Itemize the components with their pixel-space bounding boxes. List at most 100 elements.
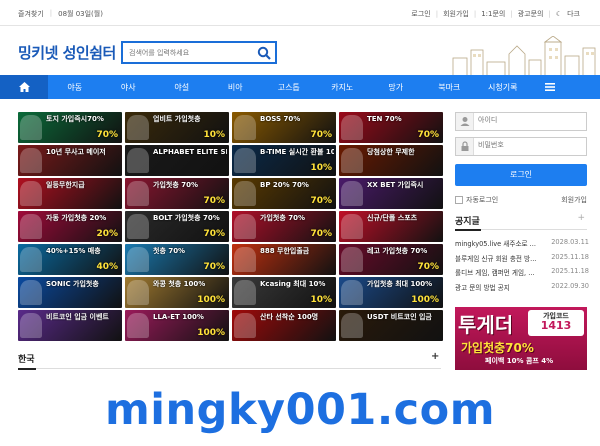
- top-bar: 즐겨찾기 | 08월 03일(월) 로그인 | 회원가입 | 1:1문의 | 광…: [0, 0, 600, 26]
- banner-badge: 10%: [203, 130, 225, 140]
- banner-text: 가입첫충 70%: [260, 214, 305, 222]
- banner-text: 가입첫충 최대 100%: [367, 280, 433, 288]
- notice-more-button[interactable]: +: [577, 213, 585, 223]
- ad-banner[interactable]: 첫충 70% 70%: [125, 244, 229, 275]
- search-icon[interactable]: [257, 46, 271, 60]
- banner-figure: [20, 115, 42, 140]
- list-item[interactable]: mingky05.live 새주소로 ... 2028.03.11: [455, 238, 589, 253]
- ad-code-box: 가입코드 1413: [528, 310, 584, 336]
- ad-inquiry-link[interactable]: 광고문의: [518, 9, 544, 19]
- nav-item-yaseol[interactable]: 야설: [155, 82, 209, 93]
- banner-figure: [234, 247, 256, 272]
- login-button[interactable]: 로그인: [455, 163, 587, 186]
- list-item[interactable]: 블루게임 신규 회원 충전 방... 2025.11.18: [455, 253, 589, 268]
- banner-badge: 70%: [310, 196, 332, 206]
- user-icon: [456, 113, 474, 130]
- banner-text: 첫충 70%: [153, 247, 186, 255]
- ad-banner[interactable]: 업비트 가입첫충 10%: [125, 112, 229, 143]
- nav-menu-button[interactable]: [530, 83, 570, 91]
- ad-banner[interactable]: 10년 무사고 메이저: [18, 145, 122, 176]
- nav-item-history[interactable]: 시청기록: [476, 82, 530, 93]
- ad-banner[interactable]: 산타 선착순 100명: [232, 310, 336, 341]
- banner-badge: 10%: [310, 295, 332, 305]
- side-ad-banner[interactable]: 투게더 가입코드 1413 가입첫충70% 페이백 10% 콤프 4%: [455, 307, 587, 370]
- ad-banner[interactable]: SONIC 가입첫충: [18, 277, 122, 308]
- ad-banner[interactable]: 888 무한입출금: [232, 244, 336, 275]
- banner-text: BP 20% 70%: [260, 181, 309, 189]
- ad-banner[interactable]: 가입첫충 최대 100% 100%: [339, 277, 443, 308]
- signup-link[interactable]: 회원가입: [443, 9, 469, 19]
- inquiry-link[interactable]: 1:1문의: [481, 9, 505, 19]
- nav-item-yadong[interactable]: 야동: [48, 82, 102, 93]
- nav-item-casino[interactable]: 카지노: [316, 82, 370, 93]
- password-input[interactable]: [478, 141, 578, 149]
- nav-item-gostop[interactable]: 고스톱: [262, 82, 316, 93]
- ad-banner[interactable]: 자동 가입첫충 20% 20%: [18, 211, 122, 242]
- ad-banner[interactable]: BP 20% 70% 70%: [232, 178, 336, 209]
- ad-banner[interactable]: 40%+15% 매충 40%: [18, 244, 122, 275]
- notice-list: mingky05.live 새주소로 ... 2028.03.11 블루게임 신규…: [455, 238, 589, 296]
- nav-item-bia[interactable]: 비아: [209, 82, 263, 93]
- banner-text: 일등무한지급: [46, 181, 85, 189]
- search-input[interactable]: [129, 46, 249, 60]
- search-box: [121, 41, 277, 64]
- nav-home[interactable]: [0, 75, 48, 99]
- banner-text: 가입첫충 70%: [153, 181, 198, 189]
- ad-banner[interactable]: BOLT 가입첫충 70% 70%: [125, 211, 229, 242]
- section-more-button[interactable]: +: [431, 351, 439, 362]
- moon-icon[interactable]: ☾: [556, 10, 562, 18]
- notice-item-date: 2028.03.11: [551, 238, 589, 246]
- signup-link[interactable]: 회원가입: [561, 195, 587, 205]
- login-link[interactable]: 로그인: [411, 9, 430, 19]
- banner-badge: 70%: [310, 130, 332, 140]
- bookmark-link[interactable]: 즐겨찾기: [18, 9, 44, 19]
- nav-item-manga[interactable]: 망가: [369, 82, 423, 93]
- banner-text: B-TIME 실시간 환불 10%: [260, 148, 334, 156]
- divider: |: [49, 9, 53, 17]
- auto-login[interactable]: 자동로그인: [455, 195, 498, 205]
- ad-banner[interactable]: B-TIME 실시간 환불 10% 10%: [232, 145, 336, 176]
- banner-text: 신규/단폴 스포츠: [367, 214, 418, 222]
- banner-text: 888 무한입출금: [260, 247, 310, 255]
- banner-figure: [341, 313, 363, 338]
- ad-banner[interactable]: Kcasing 최대 10% 10%: [232, 277, 336, 308]
- ad-banner[interactable]: 레고 가입첫충 70% 70%: [339, 244, 443, 275]
- ad-banner[interactable]: 당첨상한 무제한: [339, 145, 443, 176]
- banner-badge: 100%: [411, 295, 439, 305]
- list-item[interactable]: 광고 문의 방법 공지 2022.09.30: [455, 282, 589, 297]
- ad-banner[interactable]: ALPHABET ELITE SPORTS: [125, 145, 229, 176]
- ad-banner[interactable]: LLA-ET 100% 100%: [125, 310, 229, 341]
- ad-banner[interactable]: 가입첫충 70% 70%: [232, 211, 336, 242]
- ad-banner[interactable]: 가입첫충 70% 70%: [125, 178, 229, 209]
- id-field: [455, 112, 587, 131]
- list-item[interactable]: 롤디브 게임, 캠퍼먼 게임, ... 2025.11.18: [455, 267, 589, 282]
- site-logo[interactable]: 밍키넷 성인쉼터: [18, 42, 116, 63]
- nav-item-yasa[interactable]: 야사: [102, 82, 156, 93]
- banner-text: BOSS 70%: [260, 115, 301, 123]
- notice-item-date: 2025.11.18: [551, 267, 589, 275]
- divider: [18, 368, 441, 369]
- banner-badge: 70%: [203, 196, 225, 206]
- ad-banner[interactable]: XX BET 가입즉시: [339, 178, 443, 209]
- ad-banner[interactable]: 일등무한지급: [18, 178, 122, 209]
- auto-login-checkbox[interactable]: [455, 196, 463, 204]
- banner-figure: [341, 181, 363, 206]
- dark-mode-toggle[interactable]: 다크: [567, 9, 580, 19]
- ad-banner[interactable]: TEN 70% 70%: [339, 112, 443, 143]
- password-field: [455, 137, 587, 156]
- ad-banner[interactable]: USDT 비트코인 입금: [339, 310, 443, 341]
- id-input[interactable]: [478, 116, 578, 124]
- banner-badge: 100%: [197, 295, 225, 305]
- ad-sub: 페이백 10% 콤프 4%: [485, 357, 554, 365]
- ad-banner[interactable]: 신규/단폴 스포츠: [339, 211, 443, 242]
- ad-banner[interactable]: 토지 가입즉시70% 70%: [18, 112, 122, 143]
- ad-banner[interactable]: 비트코인 입금 이벤트: [18, 310, 122, 341]
- nav-item-bookmark[interactable]: 북마크: [423, 82, 477, 93]
- main-nav: 야동 야사 야설 비아 고스톱 카지노 망가 북마크 시청기록: [0, 75, 600, 99]
- ad-banner[interactable]: 와콩 첫충 100% 100%: [125, 277, 229, 308]
- banner-badge: 40%: [96, 262, 118, 272]
- banner-figure: [234, 280, 256, 305]
- ad-banner[interactable]: BOSS 70% 70%: [232, 112, 336, 143]
- notice-item-title: 롤디브 게임, 캠퍼먼 게임, ...: [455, 269, 535, 277]
- divider-accent: [455, 229, 481, 231]
